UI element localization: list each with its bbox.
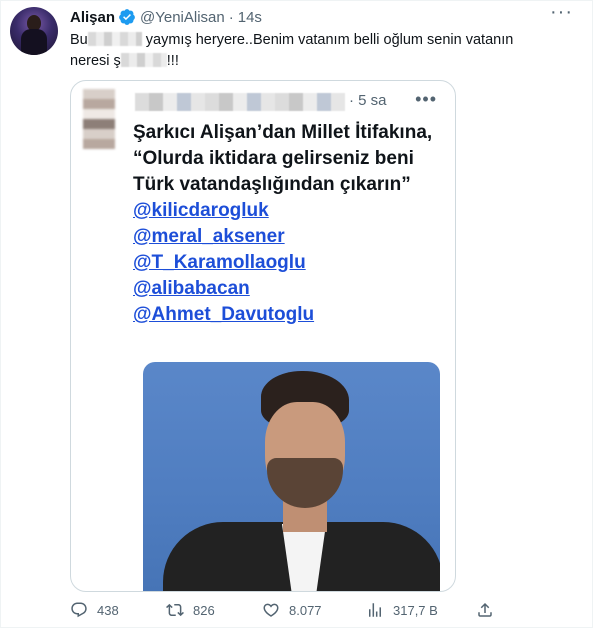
like-button[interactable]: 8.077	[262, 599, 322, 621]
quoted-more-icon[interactable]: •••	[415, 89, 437, 110]
mention-link[interactable]: @kilicdarogluk	[133, 198, 433, 224]
quoted-photo[interactable]	[143, 362, 440, 591]
mention-link[interactable]: @T_Karamollaoglu	[133, 250, 433, 276]
verified-badge-icon	[119, 9, 135, 25]
quoted-tweet[interactable]: · 5 sa ••• Şarkıcı Alişan’dan Millet İti…	[70, 80, 456, 592]
mention-link[interactable]: @Ahmet_Davutoglu	[133, 302, 433, 328]
quoted-time[interactable]: · 5 sa	[349, 92, 387, 109]
quoted-body: Şarkıcı Alişan’dan Millet İtifakına, “Ol…	[133, 120, 433, 328]
share-button[interactable]	[476, 599, 503, 621]
separator-dot: ·	[228, 8, 234, 26]
reply-count: 438	[97, 602, 119, 618]
tweet-header: Alişan @YeniAlisan · 14s	[70, 7, 262, 27]
author-name[interactable]: Alişan	[70, 9, 115, 26]
avatar[interactable]	[10, 7, 58, 55]
tweet-time[interactable]: 14s	[238, 9, 262, 26]
photo-beard	[267, 458, 343, 508]
reply-button[interactable]: 438	[70, 599, 119, 621]
tweet-text-line2-end: !!!	[166, 53, 179, 69]
quoted-author-blurred	[135, 93, 345, 111]
reply-icon	[71, 602, 87, 618]
mention-link[interactable]: @meral_aksener	[133, 224, 433, 250]
author-handle[interactable]: @YeniAlisan	[140, 9, 225, 26]
quoted-avatar-blurred	[83, 89, 115, 149]
retweet-count: 826	[193, 602, 215, 618]
like-count: 8.077	[289, 602, 322, 618]
views-count: 317,7 B	[393, 602, 438, 618]
quoted-headline: Şarkıcı Alişan’dan Millet İtifakına, “Ol…	[133, 122, 433, 195]
censored-word-2	[120, 53, 167, 67]
tweet-text-rest: yaymış heryere..Benim vatanım belli oğlu…	[145, 32, 514, 48]
mention-link[interactable]: @alibabacan	[133, 276, 433, 302]
tweet: Alişan @YeniAlisan · 14s ··· Bu yaymış h…	[0, 0, 593, 628]
heart-icon	[263, 603, 279, 617]
share-icon	[478, 602, 492, 617]
tweet-text-start: Bu	[70, 32, 88, 48]
action-bar: 438 826 8.077 317,7 B	[70, 599, 510, 621]
retweet-icon	[166, 603, 184, 617]
more-icon[interactable]: ···	[550, 2, 572, 29]
avatar-figure-body	[21, 29, 47, 55]
views-icon	[369, 603, 381, 617]
retweet-button[interactable]: 826	[166, 599, 215, 621]
tweet-text: Bu yaymış heryere..Benim vatanım belli o…	[70, 30, 540, 72]
censored-word	[87, 32, 142, 46]
views-button[interactable]: 317,7 B	[366, 599, 438, 621]
tweet-text-line2-start: neresi ş	[70, 53, 121, 69]
